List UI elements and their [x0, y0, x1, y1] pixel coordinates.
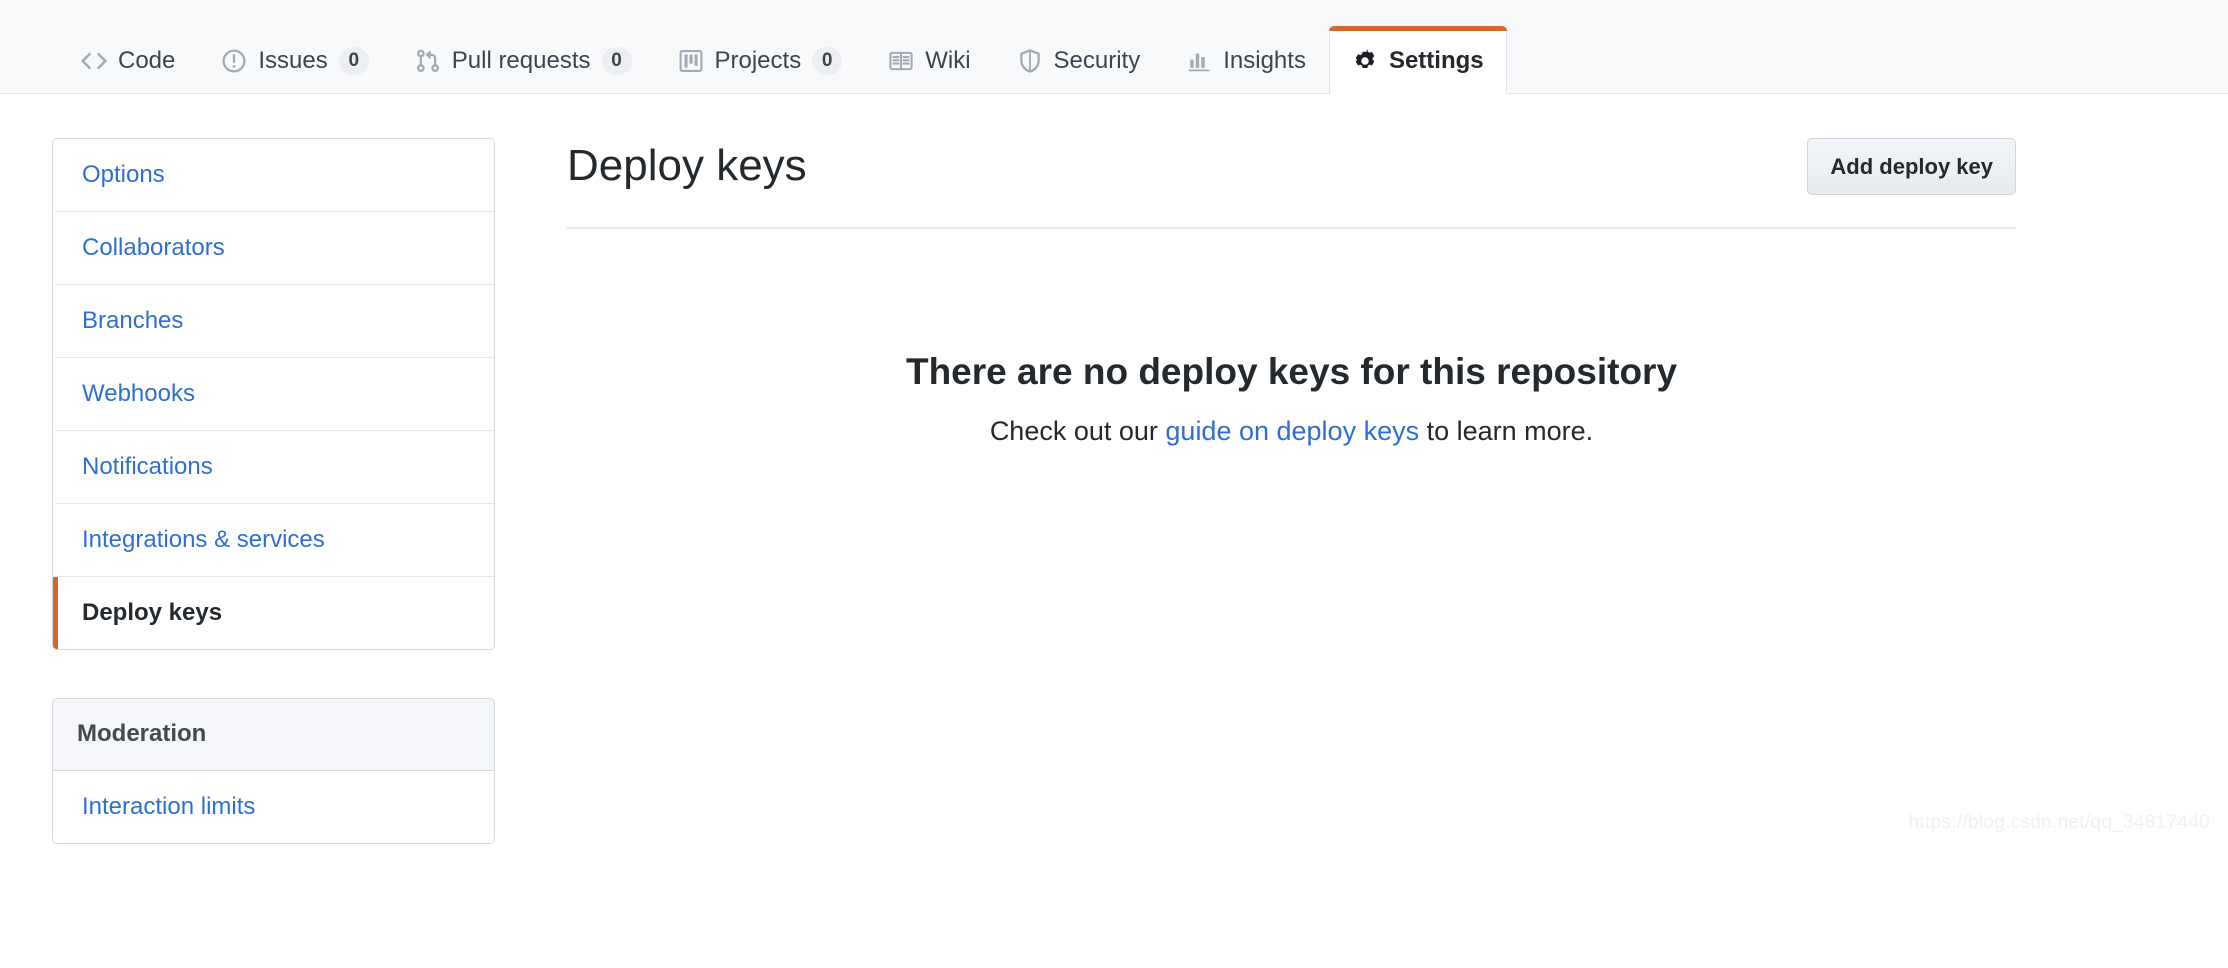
- main-content: Deploy keys Add deploy key There are no …: [495, 138, 2228, 844]
- tab-wiki[interactable]: Wiki: [865, 27, 993, 93]
- sidebar-item-label: Interaction limits: [82, 792, 256, 820]
- tab-projects[interactable]: Projects 0: [655, 27, 866, 93]
- project-board-icon: [678, 48, 704, 74]
- sidebar-item-integrations-and-services[interactable]: Integrations & services: [53, 504, 494, 577]
- page-body: Options Collaborators Branches Webhooks …: [0, 94, 2228, 844]
- tab-label: Code: [118, 46, 176, 74]
- sidebar-item-deploy-keys[interactable]: Deploy keys: [53, 577, 494, 649]
- sidebar-item-notifications[interactable]: Notifications: [53, 431, 494, 504]
- sidebar-item-label: Options: [82, 161, 165, 188]
- tab-settings[interactable]: Settings: [1328, 26, 1507, 94]
- watermark: https://blog.csdn.net/qq_34817440: [1908, 811, 2210, 833]
- sidebar-item-branches[interactable]: Branches: [53, 285, 494, 358]
- book-icon: [888, 48, 914, 74]
- tab-pull-requests[interactable]: Pull requests 0: [392, 27, 655, 93]
- sidebar-item-collaborators[interactable]: Collaborators: [53, 212, 494, 285]
- gear-icon: [1352, 48, 1378, 74]
- sidebar-item-webhooks[interactable]: Webhooks: [53, 358, 494, 431]
- guide-on-deploy-keys-link[interactable]: guide on deploy keys: [1165, 416, 1419, 446]
- blankslate-description: Check out our guide on deploy keys to le…: [567, 413, 2016, 451]
- issues-count-badge: 0: [338, 46, 369, 75]
- sidebar-item-label: Collaborators: [82, 234, 225, 261]
- graph-icon: [1186, 48, 1212, 74]
- tab-label: Pull requests: [451, 46, 591, 74]
- tab-label: Insights: [1223, 46, 1306, 74]
- repository-nav: Code Issues 0 Pull requests 0 Projects 0…: [0, 0, 2228, 94]
- settings-sidebar: Options Collaborators Branches Webhooks …: [52, 138, 495, 844]
- shield-icon: [1017, 48, 1043, 74]
- settings-menu-moderation: Moderation Interaction limits: [52, 698, 495, 844]
- sidebar-group-heading-moderation: Moderation: [53, 699, 494, 771]
- settings-menu-primary: Options Collaborators Branches Webhooks …: [52, 138, 495, 650]
- tab-code[interactable]: Code: [58, 27, 198, 93]
- sidebar-item-label: Notifications: [82, 453, 213, 480]
- tab-security[interactable]: Security: [994, 27, 1164, 93]
- page-title: Deploy keys: [567, 141, 807, 191]
- sidebar-item-label: Branches: [82, 307, 184, 334]
- sidebar-item-label: Deploy keys: [82, 599, 223, 626]
- tab-label: Security: [1053, 46, 1141, 74]
- git-pull-request-icon: [415, 48, 441, 74]
- content-header: Deploy keys Add deploy key: [567, 138, 2016, 230]
- tab-issues[interactable]: Issues 0: [198, 27, 391, 93]
- deploy-keys-blankslate: There are no deploy keys for this reposi…: [567, 229, 2016, 450]
- sidebar-item-interaction-limits[interactable]: Interaction limits: [53, 770, 494, 843]
- tab-label: Issues: [258, 46, 328, 74]
- tab-label: Projects: [714, 46, 802, 74]
- code-icon: [81, 48, 107, 74]
- sidebar-item-label: Integrations & services: [82, 526, 325, 553]
- sidebar-item-label: Webhooks: [82, 380, 195, 407]
- tab-label: Wiki: [925, 46, 971, 74]
- blankslate-desc-after: to learn more.: [1419, 415, 1594, 446]
- sidebar-item-options[interactable]: Options: [53, 139, 494, 212]
- tab-insights[interactable]: Insights: [1163, 27, 1329, 93]
- tab-label: Settings: [1388, 46, 1484, 74]
- blankslate-desc-before: Check out our: [989, 415, 1166, 446]
- issue-opened-icon: [221, 48, 247, 74]
- pull-requests-count-badge: 0: [601, 46, 632, 75]
- blankslate-title: There are no deploy keys for this reposi…: [905, 351, 1678, 393]
- projects-count-badge: 0: [812, 46, 843, 75]
- add-deploy-key-button[interactable]: Add deploy key: [1807, 138, 2016, 196]
